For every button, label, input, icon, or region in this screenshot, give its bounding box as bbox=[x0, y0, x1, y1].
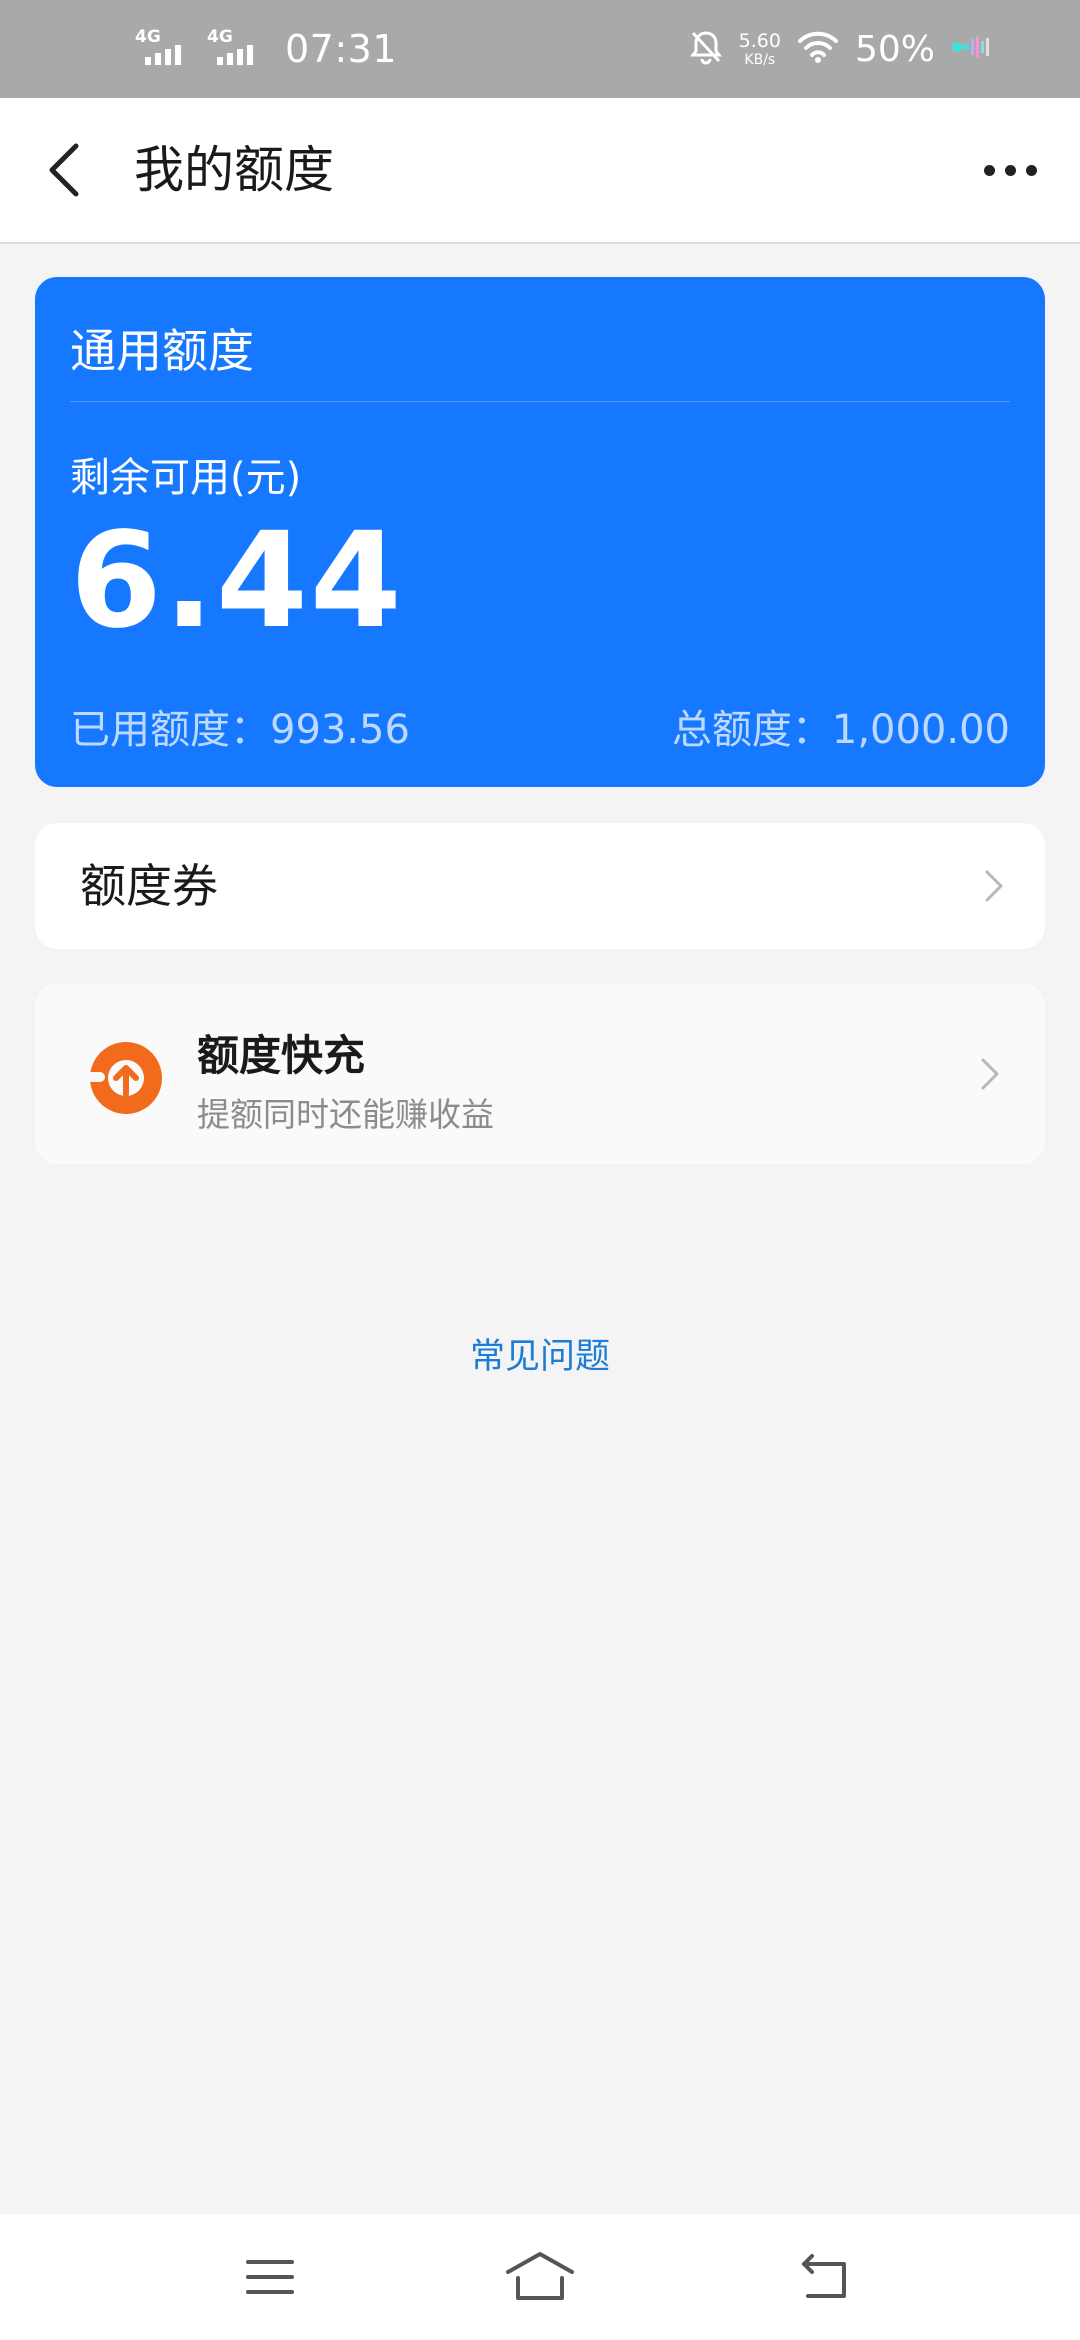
more-button[interactable] bbox=[970, 140, 1050, 200]
sim1-network-label: 4G bbox=[135, 27, 161, 47]
general-quota-card: 通用额度 剩余可用(元) 6.44 已用额度：993.56 总额度：1,000.… bbox=[35, 277, 1045, 787]
home-icon bbox=[506, 2252, 574, 2300]
nav-menu-button[interactable] bbox=[230, 2242, 310, 2312]
quota-coupon-row[interactable]: 额度券 bbox=[35, 823, 1045, 949]
status-time: 07:31 bbox=[285, 27, 398, 71]
nav-back-button[interactable] bbox=[784, 2242, 864, 2312]
status-bar: 4G 4G 07:31 5.60 KB/s 50% bbox=[0, 0, 1080, 98]
sim1-signal-icon: 4G bbox=[135, 27, 193, 71]
net-speed: 5.60 KB/s bbox=[738, 29, 781, 68]
title-bar: 我的额度 bbox=[0, 98, 1080, 244]
sim2-network-label: 4G bbox=[207, 27, 233, 47]
total-quota: 总额度：1,000.00 bbox=[671, 707, 1010, 753]
quick-recharge-subtitle: 提额同时还能赚收益 bbox=[197, 1095, 494, 1134]
quota-card-divider bbox=[70, 401, 1010, 402]
quota-coupon-label: 额度券 bbox=[80, 859, 218, 913]
net-speed-value: 5.60 bbox=[738, 29, 781, 52]
system-nav-bar bbox=[0, 2214, 1080, 2340]
status-left: 4G 4G 07:31 bbox=[135, 0, 397, 98]
faq-link[interactable]: 常见问题 bbox=[0, 1328, 1080, 1379]
mute-bell-icon bbox=[689, 29, 723, 69]
battery-percent: 50% bbox=[854, 28, 935, 70]
more-dots-icon bbox=[983, 164, 995, 176]
battery-icon bbox=[951, 32, 995, 66]
wifi-icon bbox=[797, 30, 839, 68]
status-right: 5.60 KB/s 50% bbox=[689, 0, 995, 98]
quick-recharge-title: 额度快充 bbox=[197, 1031, 366, 1080]
return-icon bbox=[802, 2254, 846, 2298]
sim2-signal-icon: 4G bbox=[207, 27, 265, 71]
net-speed-unit: KB/s bbox=[744, 51, 776, 68]
back-button[interactable] bbox=[40, 138, 100, 202]
menu-lines-icon bbox=[246, 2260, 294, 2294]
used-quota: 已用额度：993.56 bbox=[70, 707, 410, 753]
quick-recharge-icon bbox=[87, 1042, 162, 1114]
remaining-amount: 6.44 bbox=[70, 504, 404, 658]
quota-card-title: 通用额度 bbox=[70, 324, 254, 378]
back-arrow-icon bbox=[49, 143, 79, 197]
remaining-label: 剩余可用(元) bbox=[70, 455, 302, 501]
chevron-right-icon bbox=[985, 870, 1003, 902]
page-title: 我的额度 bbox=[134, 141, 334, 199]
nav-home-button[interactable] bbox=[500, 2242, 580, 2312]
quota-quick-recharge-row[interactable]: 额度快充 提额同时还能赚收益 bbox=[35, 984, 1045, 1164]
chevron-right-icon bbox=[981, 1058, 999, 1090]
